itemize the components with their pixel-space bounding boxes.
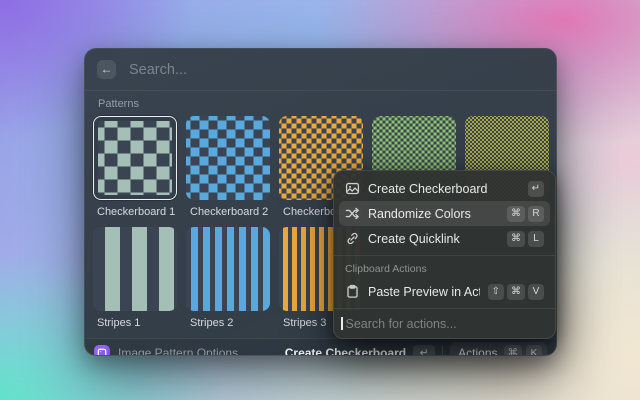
menu-item-create-quicklink[interactable]: Create Quicklink ⌘L <box>339 226 550 251</box>
image-pattern-extension-icon <box>94 345 110 356</box>
keycap: V <box>528 284 544 300</box>
keycap: L <box>528 231 544 247</box>
pattern-cell: Checkerboard 1 <box>93 116 177 227</box>
search-bar: ← <box>85 49 556 90</box>
pattern-cell: Stripes 2 <box>186 227 270 338</box>
menu-item-paste-preview-in-active-app[interactable]: Paste Preview in Active App ⇧⌘V <box>339 279 550 304</box>
arrow-left-icon: ← <box>101 62 113 76</box>
section-title: Patterns <box>98 98 548 110</box>
keycap: ↵ <box>528 181 544 197</box>
pattern-card[interactable] <box>186 227 270 311</box>
primary-action-button[interactable]: Create Checkerboard <box>285 346 406 356</box>
menu-item-create-checkerboard[interactable]: Create Checkerboard ↵ <box>339 176 550 201</box>
pattern-card[interactable] <box>93 116 177 200</box>
link-icon <box>345 231 360 246</box>
footer-bar: Image Pattern Options Create Checkerboar… <box>85 338 556 356</box>
menu-item-label: Paste Preview in Active App <box>368 285 480 299</box>
text-cursor <box>341 317 343 330</box>
keycap: K <box>526 345 542 357</box>
return-keycap: ↵ <box>413 345 435 357</box>
stripes-thumbnail <box>93 227 177 311</box>
pattern-cell: Checkerboard 2 <box>186 116 270 227</box>
actions-label: Actions <box>458 346 497 356</box>
extension-name: Image Pattern Options <box>118 346 238 356</box>
pattern-card[interactable] <box>93 227 177 311</box>
stripes-thumbnail <box>186 227 270 311</box>
keycap: ⌘ <box>507 284 525 300</box>
pattern-cell: Stripes 1 <box>93 227 177 338</box>
checkerboard-thumbnail <box>98 121 172 195</box>
keycap: R <box>528 206 544 222</box>
footer-divider <box>442 346 443 356</box>
shuffle-icon <box>345 206 360 221</box>
clipboard-icon <box>345 284 360 299</box>
keycap: ⌘ <box>507 231 525 247</box>
keycap: ⇧ <box>488 284 504 300</box>
search-input[interactable] <box>127 61 544 79</box>
menu-search-row <box>334 309 555 338</box>
actions-search-input[interactable] <box>344 316 549 332</box>
pattern-card-label: Checkerboard 1 <box>97 206 177 219</box>
back-button[interactable]: ← <box>97 60 116 79</box>
keycap: ⌘ <box>504 345 523 357</box>
actions-menu-button[interactable]: Actions ⌘K <box>450 342 547 357</box>
menu-item-label: Create Checkerboard <box>368 182 520 196</box>
actions-popup-menu: Create Checkerboard↵Randomize Colors⌘RCr… <box>333 170 556 339</box>
keycap: ⌘ <box>507 206 525 222</box>
pattern-card-label: Stripes 2 <box>190 317 270 330</box>
desktop-background: ← Patterns Checkerboard 1 Checkerboard 2 C… <box>0 0 640 400</box>
menu-section-title: Clipboard Actions <box>339 256 550 279</box>
menu-item-randomize-colors[interactable]: Randomize Colors ⌘R <box>339 201 550 226</box>
menu-item-label: Create Quicklink <box>368 232 499 246</box>
image-icon <box>345 181 360 196</box>
pattern-card[interactable] <box>186 116 270 200</box>
pattern-card-label: Stripes 1 <box>97 317 177 330</box>
checkerboard-thumbnail <box>186 116 270 200</box>
pattern-card-label: Checkerboard 2 <box>190 206 270 219</box>
menu-item-label: Randomize Colors <box>368 207 499 221</box>
